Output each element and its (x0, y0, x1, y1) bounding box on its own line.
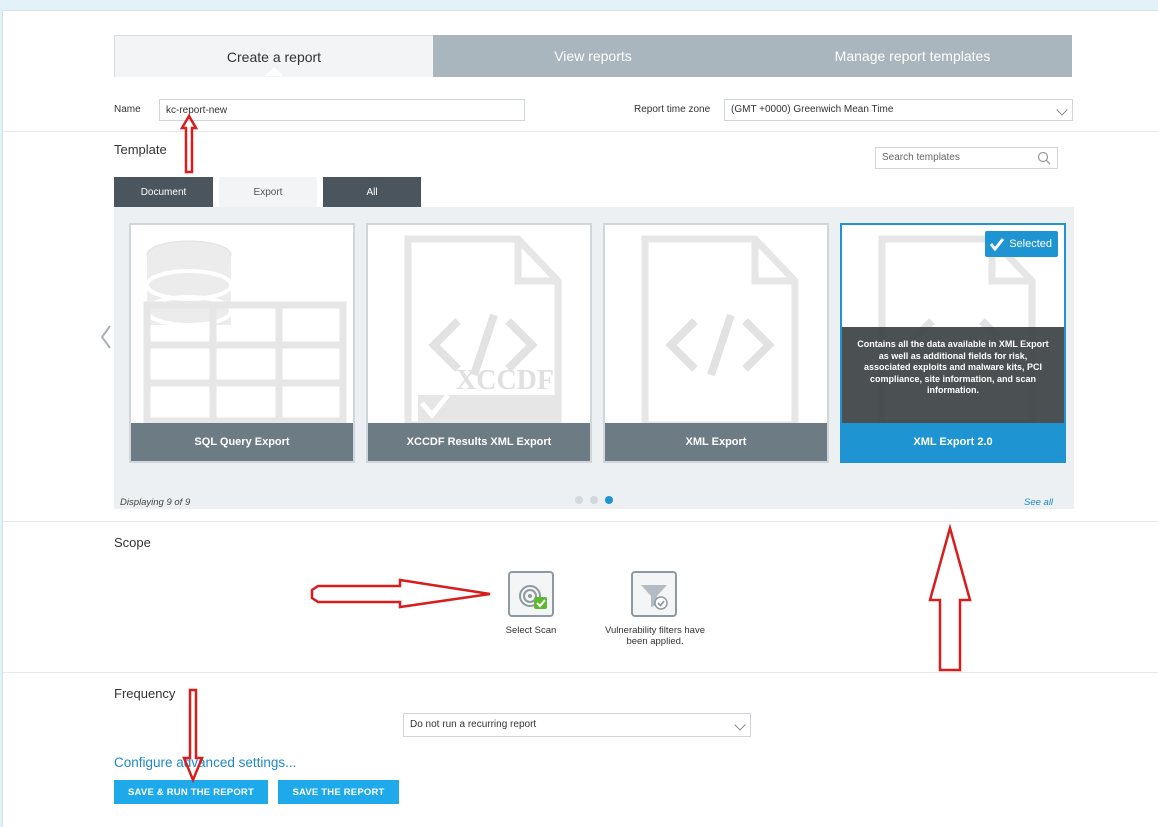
card-title: XCCDF Results XML Export (368, 423, 590, 461)
scan-target-icon (519, 585, 547, 609)
chevron-down-icon (1056, 104, 1068, 116)
configure-advanced-link[interactable]: Configure advanced settings... (114, 755, 296, 770)
pager-dot-1[interactable] (575, 496, 583, 504)
displaying-count: Displaying 9 of 9 (120, 497, 191, 508)
selected-badge: Selected (985, 231, 1058, 257)
tab-view-reports[interactable]: View reports (433, 35, 753, 77)
subtab-label: Export (253, 186, 283, 198)
pager-dot-2[interactable] (590, 496, 598, 504)
name-input[interactable] (159, 99, 525, 121)
save-and-run-button[interactable]: SAVE & RUN THE REPORT (114, 780, 268, 804)
template-card-sql-query-export[interactable]: SQL Query Export (129, 223, 355, 463)
chevron-left-icon[interactable] (99, 324, 113, 350)
search-templates-input[interactable]: Search templates (875, 147, 1058, 169)
tab-label: View reports (554, 48, 632, 64)
card-title: XML Export (605, 423, 827, 461)
selected-badge-label: Selected (1009, 238, 1052, 250)
pager-dot-3[interactable] (605, 496, 613, 504)
card-preview: XCCDF (378, 235, 580, 429)
template-card-xml-export[interactable]: XML Export (603, 223, 829, 463)
tab-manage-templates[interactable]: Manage report templates (753, 35, 1072, 77)
timezone-select[interactable]: (GMT +0000) Greenwich Mean Time (724, 99, 1073, 121)
filter-icon (641, 585, 668, 610)
tab-label: Create a report (226, 48, 322, 65)
report-page: Create a report View reports Manage repo… (2, 10, 1158, 827)
select-scan-label: Select Scan (505, 625, 557, 636)
subtab-all[interactable]: All (323, 177, 421, 207)
select-scan-button[interactable] (508, 571, 554, 617)
database-table-icon (143, 240, 347, 425)
tab-label: Manage report templates (834, 48, 991, 64)
search-icon (1037, 151, 1051, 165)
subtab-label: Document (140, 186, 187, 198)
active-tab-indicator (265, 67, 283, 76)
xccdf-watermark: XCCDF (456, 365, 554, 396)
subtab-export[interactable]: Export (219, 177, 317, 207)
search-placeholder: Search templates (882, 152, 960, 163)
divider (3, 131, 1158, 132)
frequency-select[interactable]: Do not run a recurring report (403, 713, 751, 737)
chevron-down-icon (734, 719, 746, 731)
template-card-xml-export-2[interactable]: Contains all the data available in XML E… (840, 223, 1066, 463)
card-title: XML Export 2.0 (842, 423, 1064, 461)
scope-title: Scope (114, 535, 151, 550)
name-label: Name (114, 104, 141, 115)
card-description: Contains all the data available in XML E… (842, 327, 1064, 423)
divider (3, 521, 1158, 522)
template-title: Template (114, 142, 167, 157)
timezone-label: Report time zone (634, 104, 711, 115)
filters-caption-line1: Vulnerability filters have (605, 625, 705, 636)
card-title: SQL Query Export (131, 423, 353, 461)
subtab-document[interactable]: Document (114, 177, 213, 207)
checkmark-icon (990, 238, 1005, 251)
card-preview (615, 235, 817, 429)
template-gallery: SQL Query Export XCCDF XCCDF Results XML… (114, 207, 1074, 509)
timezone-value: (GMT +0000) Greenwich Mean Time (731, 104, 894, 115)
frequency-title: Frequency (114, 686, 176, 701)
vulnerability-filters-button[interactable] (631, 571, 677, 617)
card-preview (141, 235, 347, 425)
save-report-button[interactable]: SAVE THE REPORT (278, 780, 399, 804)
vulnerability-filters-label: Vulnerability filters have been applied. (583, 625, 727, 647)
code-document-icon (641, 235, 799, 429)
subtab-label: All (366, 186, 378, 198)
filters-caption-line2: been applied. (626, 636, 684, 647)
divider (3, 672, 1158, 673)
template-card-xccdf-results[interactable]: XCCDF XCCDF Results XML Export (366, 223, 592, 463)
frequency-value: Do not run a recurring report (410, 719, 537, 730)
see-all-link[interactable]: See all (1024, 497, 1053, 508)
